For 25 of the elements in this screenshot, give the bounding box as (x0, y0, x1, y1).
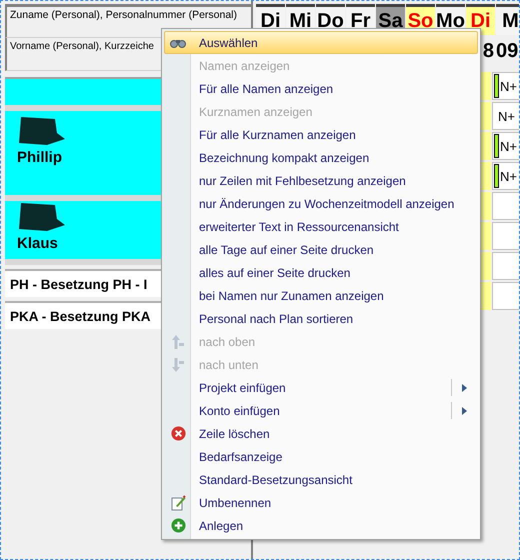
menu-item[interactable]: Projekt einfügen (164, 376, 478, 399)
column-header: Vorname (Personal), Kurzzeiche (10, 41, 154, 52)
shift-cell[interactable]: N+ (492, 72, 519, 100)
menu-item[interactable]: Zeile löschen (164, 422, 478, 445)
edit-icon (170, 494, 186, 510)
delete-icon (170, 426, 186, 441)
arrow-down-icon (171, 356, 185, 372)
menu-item[interactable]: Standard-Besetzungsansicht (164, 468, 478, 491)
menu-item[interactable]: Konto einfügen (164, 399, 478, 422)
column-header: Zuname (Personal), Personalnummer (Personal) (10, 9, 238, 21)
menu-item[interactable]: Anlegen (164, 514, 478, 537)
menu-item[interactable]: Für alle Namen anzeigen (164, 77, 478, 100)
shift-cell[interactable]: N+ (492, 102, 519, 130)
arrow-up-icon (171, 334, 185, 350)
first-name: Phillip (17, 149, 62, 168)
date-header: 8 (482, 40, 494, 62)
menu-item[interactable]: Umbenennen (164, 491, 478, 514)
shift-cell[interactable]: N+ (492, 162, 519, 190)
shift-cell[interactable]: N+ (492, 132, 519, 160)
first-name: Klaus (17, 235, 58, 254)
menu-item[interactable]: Auswählen (164, 31, 478, 54)
menu-item[interactable]: Bedarfsanzeige (164, 445, 478, 468)
date-header: 09 (496, 40, 518, 62)
day-header: M (496, 4, 519, 35)
add-icon (170, 518, 186, 533)
